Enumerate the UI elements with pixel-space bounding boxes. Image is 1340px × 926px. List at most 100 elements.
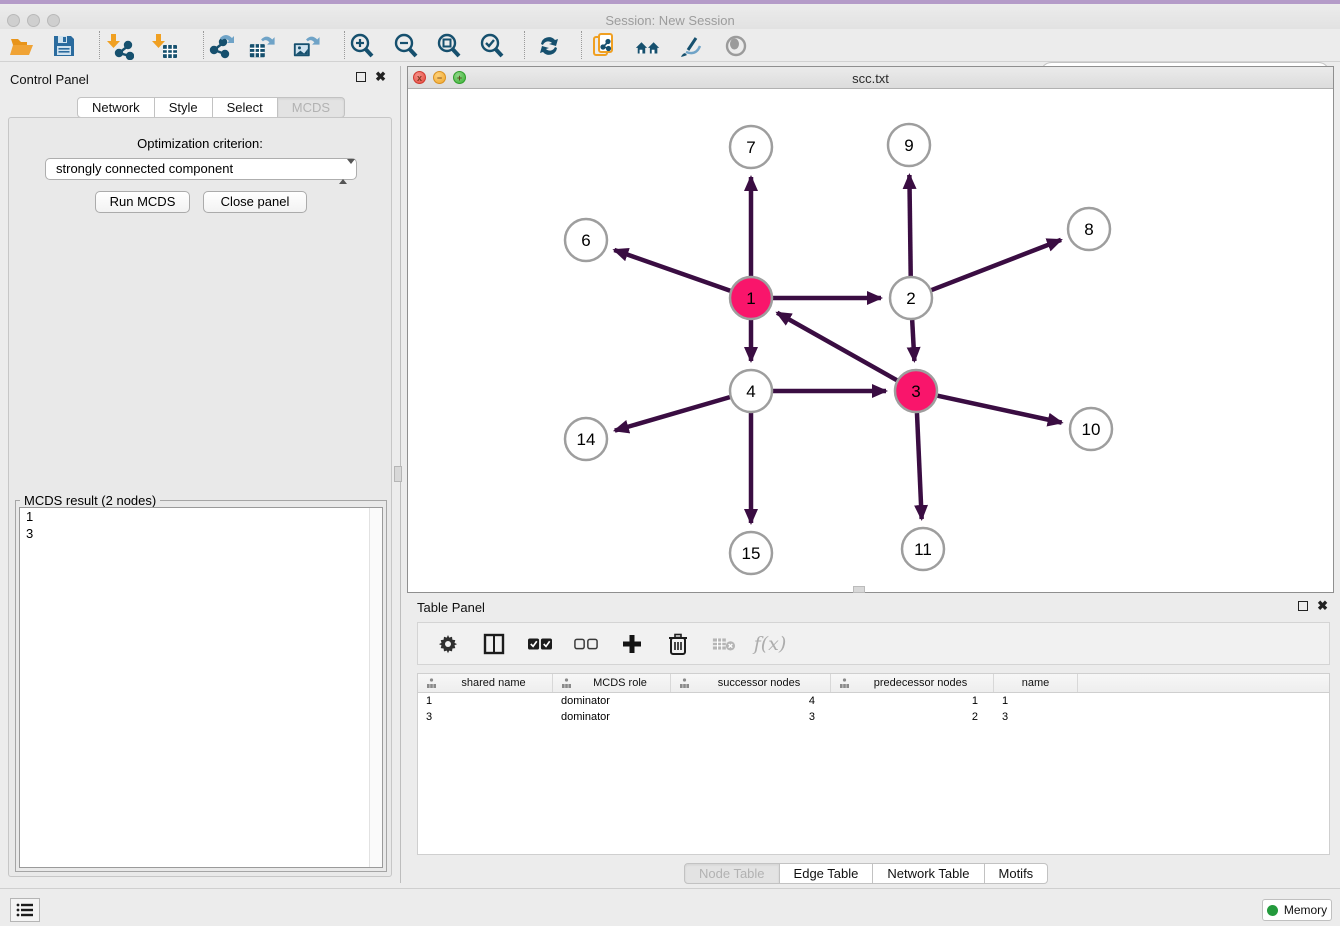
- zoom-in-icon: [348, 32, 376, 60]
- panel-splitter-handle[interactable]: [394, 466, 402, 482]
- close-panel-icon[interactable]: ✖: [375, 72, 386, 82]
- table-settings-button[interactable]: [436, 632, 460, 656]
- titlebar: Session: New Session: [0, 4, 1340, 29]
- graph-edge-3-11[interactable]: [917, 413, 922, 519]
- network-window-titlebar[interactable]: x − + scc.txt: [408, 67, 1333, 89]
- mcds-result-title: MCDS result (2 nodes): [20, 493, 160, 508]
- result-line: 3: [20, 525, 382, 542]
- column-header-successor-nodes[interactable]: successor nodes: [671, 674, 831, 692]
- hide-selected-button[interactable]: [678, 32, 706, 60]
- tab-mcds[interactable]: MCDS: [278, 97, 345, 118]
- export-image-icon: [292, 32, 320, 60]
- column-sort-icon: [839, 678, 850, 689]
- graph-edge-2-8[interactable]: [932, 240, 1062, 290]
- column-header-shared-name[interactable]: shared name: [418, 674, 553, 692]
- graph-edge-1-6[interactable]: [614, 250, 730, 291]
- toolbar-separator: [99, 31, 100, 59]
- function-builder-button[interactable]: f(x): [758, 632, 782, 656]
- column-header-predecessor-nodes[interactable]: predecessor nodes: [831, 674, 994, 692]
- column-header-mcds-role[interactable]: MCDS role: [553, 674, 671, 692]
- delete-table-button[interactable]: [712, 632, 736, 656]
- tab-edge-table[interactable]: Edge Table: [780, 863, 874, 884]
- run-mcds-button[interactable]: Run MCDS: [95, 191, 190, 213]
- node-table: shared name MCDS role successor nodes pr…: [417, 673, 1330, 855]
- graph-node-label: 14: [577, 430, 596, 449]
- export-network-icon: [206, 32, 234, 60]
- network-canvas[interactable]: 7968124314101511: [408, 89, 1333, 592]
- cell-mcds-role: dominator: [553, 693, 671, 709]
- list-icon: [16, 902, 34, 918]
- graph-node-label: 3: [911, 382, 920, 401]
- first-neighbors-button[interactable]: [634, 32, 662, 60]
- unchecked-boxes-icon: [574, 637, 598, 651]
- table-panel: Table Panel ✖: [407, 595, 1340, 888]
- import-table-button[interactable]: [151, 32, 179, 60]
- tab-select[interactable]: Select: [213, 97, 278, 118]
- column-header-name[interactable]: name: [994, 674, 1078, 692]
- copy-network-button[interactable]: [590, 32, 618, 60]
- mcds-panel: Optimization criterion: strongly connect…: [8, 117, 392, 877]
- delete-table-icon: [712, 636, 736, 652]
- float-panel-icon[interactable]: [356, 72, 366, 82]
- column-sort-icon: [426, 678, 437, 689]
- add-column-button[interactable]: [620, 632, 644, 656]
- tab-node-table[interactable]: Node Table: [684, 863, 780, 884]
- first-neighbors-icon: [634, 32, 662, 60]
- graph-edge-3-10[interactable]: [937, 396, 1061, 423]
- cell-predecessor-nodes: 1: [831, 693, 994, 709]
- application-window: Session: New Session: [0, 0, 1340, 926]
- control-panel-tabs: Network Style Select MCDS: [77, 97, 345, 118]
- import-network-button[interactable]: [106, 32, 134, 60]
- mcds-result-textarea[interactable]: 1 3: [19, 507, 383, 868]
- cell-successor-nodes: 3: [671, 709, 831, 725]
- save-icon: [51, 33, 77, 59]
- gear-icon: [438, 634, 458, 654]
- save-session-button[interactable]: [50, 32, 78, 60]
- graph-edge-2-9[interactable]: [909, 175, 910, 276]
- export-image-button[interactable]: [292, 32, 320, 60]
- split-view-button[interactable]: [482, 632, 506, 656]
- panel-splitter-handle[interactable]: [853, 586, 865, 593]
- result-scrollbar[interactable]: [369, 508, 382, 867]
- select-all-columns-button[interactable]: [528, 632, 552, 656]
- delete-column-button[interactable]: [666, 632, 690, 656]
- table-row[interactable]: 3 dominator 3 2 3: [418, 709, 1329, 725]
- close-panel-icon[interactable]: ✖: [1317, 601, 1328, 611]
- criterion-value: strongly connected component: [56, 161, 233, 176]
- memory-button[interactable]: Memory: [1262, 899, 1332, 921]
- refresh-icon: [535, 32, 563, 60]
- refresh-view-button[interactable]: [535, 32, 563, 60]
- deselect-all-columns-button[interactable]: [574, 632, 598, 656]
- close-panel-button[interactable]: Close panel: [203, 191, 307, 213]
- zoom-fit-button[interactable]: [435, 32, 463, 60]
- zoom-in-button[interactable]: [348, 32, 376, 60]
- export-table-button[interactable]: [248, 32, 276, 60]
- tab-style[interactable]: Style: [155, 97, 213, 118]
- network-window-title: scc.txt: [408, 71, 1333, 86]
- column-sort-icon: [679, 678, 690, 689]
- graph-node-label: 4: [746, 382, 755, 401]
- node-table-header: shared name MCDS role successor nodes pr…: [418, 674, 1329, 693]
- import-network-icon: [106, 32, 134, 60]
- tab-motifs[interactable]: Motifs: [985, 863, 1049, 884]
- graph-edge-4-14[interactable]: [615, 397, 730, 430]
- tab-network-table[interactable]: Network Table: [873, 863, 984, 884]
- criterion-dropdown[interactable]: strongly connected component: [45, 158, 357, 180]
- column-label: successor nodes: [696, 677, 830, 689]
- main-toolbar: [0, 29, 1340, 62]
- graph-edge-2-3[interactable]: [912, 320, 914, 361]
- task-history-button[interactable]: [10, 898, 40, 922]
- import-table-icon: [151, 32, 179, 60]
- graph-edge-3-1[interactable]: [777, 313, 897, 380]
- hide-selected-icon: [678, 32, 706, 60]
- graph-node-label: 2: [906, 289, 915, 308]
- trash-icon: [668, 633, 688, 655]
- open-session-button[interactable]: [8, 32, 36, 60]
- table-row[interactable]: 1 dominator 4 1 1: [418, 693, 1329, 709]
- show-all-button[interactable]: [722, 32, 750, 60]
- export-network-button[interactable]: [206, 32, 234, 60]
- zoom-out-button[interactable]: [392, 32, 420, 60]
- zoom-selected-button[interactable]: [478, 32, 506, 60]
- tab-network[interactable]: Network: [77, 97, 155, 118]
- float-panel-icon[interactable]: [1298, 601, 1308, 611]
